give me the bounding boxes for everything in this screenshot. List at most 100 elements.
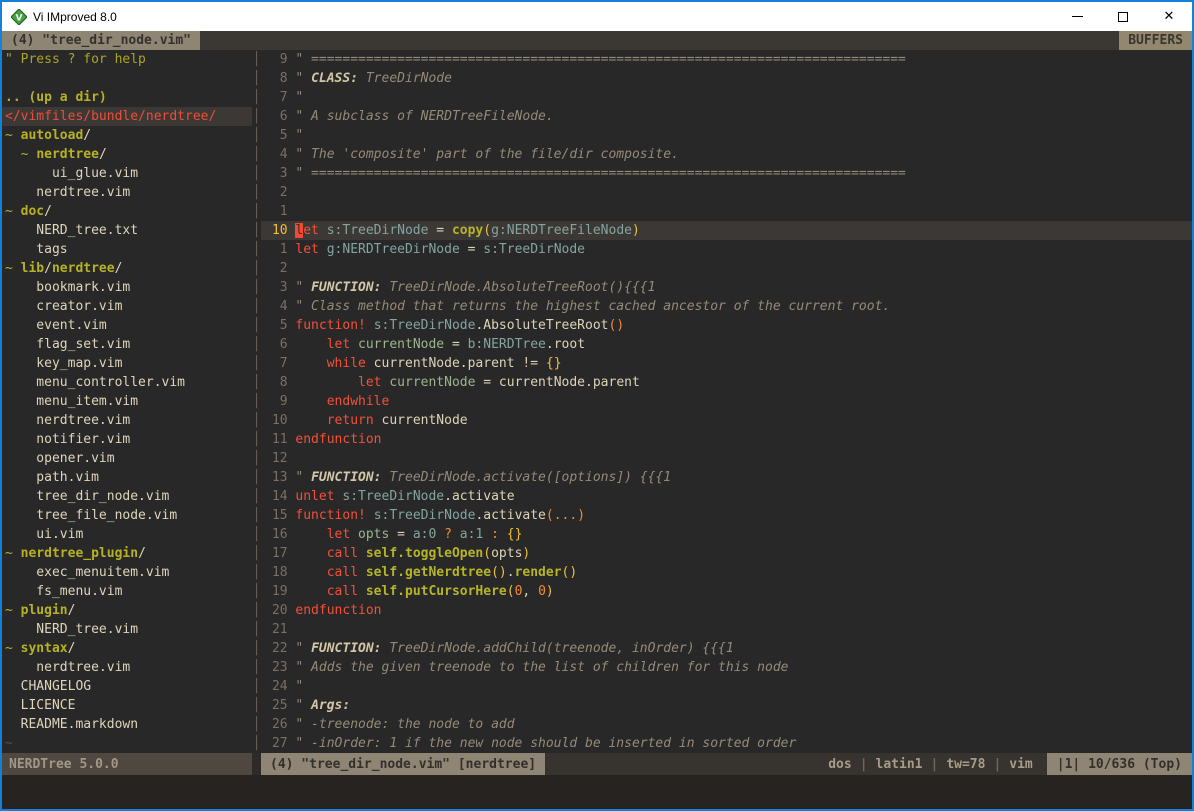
token: ~: [5, 603, 21, 618]
tree-item[interactable]: ~ nerdtree_plugin/: [5, 544, 252, 563]
tree-item[interactable]: nerdtree.vim: [5, 658, 252, 677]
token: .root: [546, 337, 585, 352]
line-number: 3: [264, 278, 287, 297]
token: ~: [5, 128, 21, 143]
tree-item[interactable]: key_map.vim: [5, 354, 252, 373]
tree-item[interactable]: nerdtree.vim: [5, 411, 252, 430]
token: [295, 527, 326, 542]
code-line[interactable]: 15function! s:TreeDirNode.activate(...): [261, 506, 1192, 525]
code-line[interactable]: 11endfunction: [261, 430, 1192, 449]
code-line[interactable]: 6" A subclass of NERDTreeFileNode.: [261, 107, 1192, 126]
code-line[interactable]: 26" -treenode: the node to add: [261, 715, 1192, 734]
window-separator[interactable]: │ │ │ │ │ │ │ │ │ │ │ │ │ │ │ │ │ │ │ │ …: [252, 50, 261, 753]
token: ~: [5, 261, 21, 276]
tree-item[interactable]: " Press ? for help: [5, 50, 252, 69]
token: ~: [5, 204, 21, 219]
code-line[interactable]: 4" Class method that returns the highest…: [261, 297, 1192, 316]
code-line[interactable]: 19 call self.putCursorHere(0, 0): [261, 582, 1192, 601]
code-line[interactable]: 6 let currentNode = b:NERDTree.root: [261, 335, 1192, 354]
tree-item[interactable]: ~ plugin/: [5, 601, 252, 620]
tree-item[interactable]: </vimfiles/bundle/nerdtree/: [2, 107, 252, 126]
token: copy: [452, 223, 483, 238]
code-line[interactable]: 24": [261, 677, 1192, 696]
tree-item[interactable]: README.markdown: [5, 715, 252, 734]
tree-item[interactable]: ~ lib/nerdtree/: [5, 259, 252, 278]
code-line[interactable]: 10let s:TreeDirNode = copy(g:NERDTreeFil…: [261, 221, 1192, 240]
code-line[interactable]: 23" Adds the given treenode to the list …: [261, 658, 1192, 677]
code-line[interactable]: 20endfunction: [261, 601, 1192, 620]
tree-item[interactable]: creator.vim: [5, 297, 252, 316]
line-number: 10: [264, 411, 287, 430]
tree-item[interactable]: notifier.vim: [5, 430, 252, 449]
code-line[interactable]: 4" The 'composite' part of the file/dir …: [261, 145, 1192, 164]
code-line[interactable]: 9" =====================================…: [261, 50, 1192, 69]
code-line[interactable]: 25" Args:: [261, 696, 1192, 715]
code-line[interactable]: 3" FUNCTION: TreeDirNode.AbsoluteTreeRoo…: [261, 278, 1192, 297]
tree-item[interactable]: ~: [5, 734, 252, 753]
tree-item[interactable]: event.vim: [5, 316, 252, 335]
tree-item[interactable]: CHANGELOG: [5, 677, 252, 696]
tab-tree-dir-node[interactable]: (4) "tree_dir_node.vim": [2, 31, 200, 50]
token: =: [444, 337, 467, 352]
tree-item[interactable]: exec_menuitem.vim: [5, 563, 252, 582]
code-line[interactable]: 22" FUNCTION: TreeDirNode.addChild(treen…: [261, 639, 1192, 658]
code-line[interactable]: 7 while currentNode.parent != {}: [261, 354, 1192, 373]
tree-item[interactable]: [5, 69, 252, 88]
line-number: 5: [264, 316, 287, 335]
tree-item[interactable]: NERD_tree.txt: [5, 221, 252, 240]
close-button[interactable]: ✕: [1146, 2, 1192, 31]
tree-item[interactable]: ui.vim: [5, 525, 252, 544]
tree-item[interactable]: menu_controller.vim: [5, 373, 252, 392]
token: nerdtree_plugin: [21, 546, 138, 561]
token: ?: [444, 527, 452, 542]
code-line[interactable]: 5": [261, 126, 1192, 145]
tree-item[interactable]: LICENCE: [5, 696, 252, 715]
token: FUNCTION:: [311, 280, 381, 295]
tree-item[interactable]: path.vim: [5, 468, 252, 487]
tree-item[interactable]: opener.vim: [5, 449, 252, 468]
token: [358, 565, 366, 580]
code-line[interactable]: 3" =====================================…: [261, 164, 1192, 183]
tree-item[interactable]: nerdtree.vim: [5, 183, 252, 202]
code-line[interactable]: 9 endwhile: [261, 392, 1192, 411]
code-line[interactable]: 27" -inOrder: 1 if the new node should b…: [261, 734, 1192, 753]
token: " Press ? for help: [5, 52, 146, 67]
code-line[interactable]: 5function! s:TreeDirNode.AbsoluteTreeRoo…: [261, 316, 1192, 335]
code-line[interactable]: 17 call self.toggleOpen(opts): [261, 544, 1192, 563]
code-line[interactable]: 1: [261, 202, 1192, 221]
maximize-button[interactable]: [1100, 2, 1146, 31]
command-line[interactable]: [2, 775, 1192, 809]
code-line[interactable]: 14unlet s:TreeDirNode.activate: [261, 487, 1192, 506]
tree-item[interactable]: .. (up a dir): [5, 88, 252, 107]
tree-item[interactable]: fs_menu.vim: [5, 582, 252, 601]
tree-item[interactable]: ~ nerdtree/: [5, 145, 252, 164]
tree-item[interactable]: tree_file_node.vim: [5, 506, 252, 525]
code-line[interactable]: 2: [261, 259, 1192, 278]
token: flag_set.vim: [5, 337, 130, 352]
tree-item[interactable]: ui_glue.vim: [5, 164, 252, 183]
tree-item[interactable]: ~ autoload/: [5, 126, 252, 145]
tree-item[interactable]: tree_dir_node.vim: [5, 487, 252, 506]
code-line[interactable]: 13" FUNCTION: TreeDirNode.activate([opti…: [261, 468, 1192, 487]
code-line[interactable]: 8" CLASS: TreeDirNode: [261, 69, 1192, 88]
tree-item[interactable]: menu_item.vim: [5, 392, 252, 411]
tree-item[interactable]: ~ syntax/: [5, 639, 252, 658]
tree-item[interactable]: ~ doc/: [5, 202, 252, 221]
tree-item[interactable]: NERD_tree.vim: [5, 620, 252, 639]
token: .activate: [475, 508, 545, 523]
token: ~: [5, 546, 21, 561]
code-line[interactable]: 21: [261, 620, 1192, 639]
tree-item[interactable]: tags: [5, 240, 252, 259]
code-line[interactable]: 16 let opts = a:0 ? a:1 : {}: [261, 525, 1192, 544]
code-line[interactable]: 12: [261, 449, 1192, 468]
code-line[interactable]: 8 let currentNode = currentNode.parent: [261, 373, 1192, 392]
code-line[interactable]: 10 return currentNode: [261, 411, 1192, 430]
code-line[interactable]: 2: [261, 183, 1192, 202]
minimize-button[interactable]: [1054, 2, 1100, 31]
tree-item[interactable]: bookmark.vim: [5, 278, 252, 297]
titlebar: V Vi IMproved 8.0 ✕: [2, 2, 1192, 31]
code-line[interactable]: 18 call self.getNerdtree().render(): [261, 563, 1192, 582]
code-line[interactable]: 1let g:NERDTreeDirNode = s:TreeDirNode: [261, 240, 1192, 259]
code-line[interactable]: 7": [261, 88, 1192, 107]
tree-item[interactable]: flag_set.vim: [5, 335, 252, 354]
